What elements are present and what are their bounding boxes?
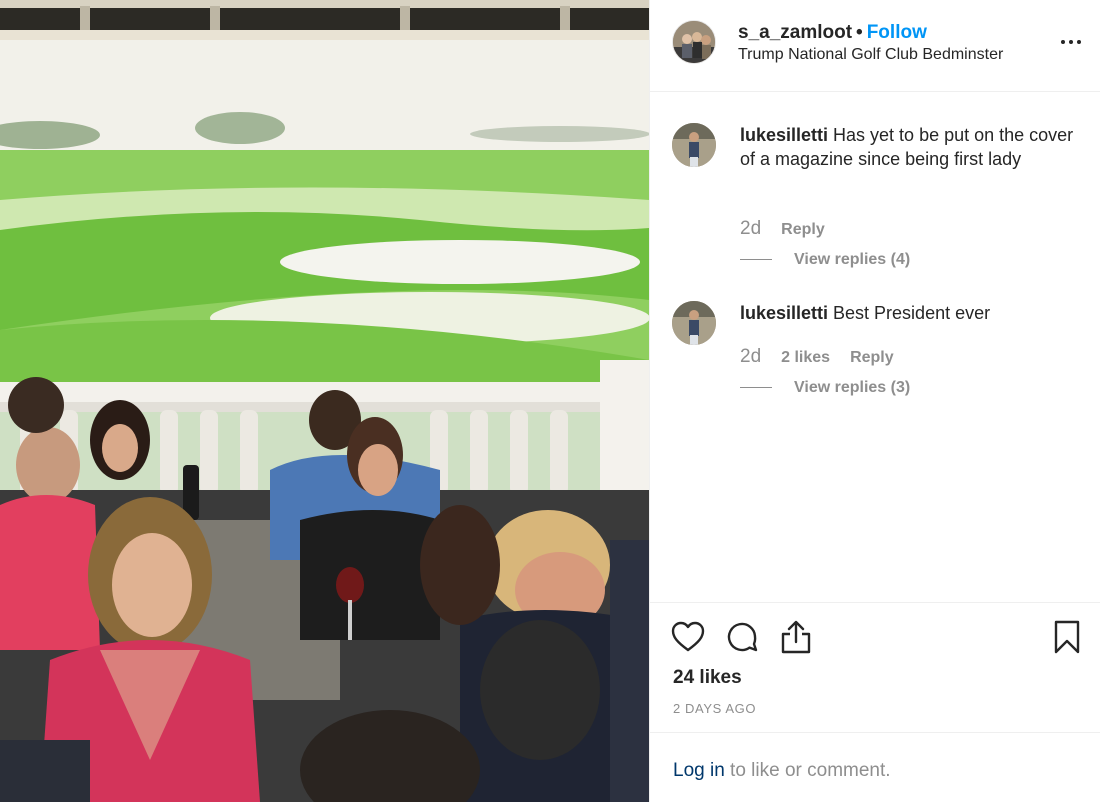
likes-count[interactable]: 24 likes (673, 667, 742, 689)
post-header: s_a_zamloot • Follow Trump National Golf C… (650, 0, 1100, 92)
comment-icon[interactable] (724, 619, 760, 655)
commenter-avatar[interactable] (672, 301, 716, 345)
post-photo[interactable] (0, 0, 649, 802)
comment-username[interactable]: lukesilletti (740, 303, 828, 323)
comment-username[interactable]: lukesilletti (740, 125, 828, 145)
comment-age: 2d (740, 218, 762, 239)
comment-text: lukesilletti Best President ever (740, 301, 1080, 325)
commenter-avatar[interactable] (672, 123, 716, 167)
view-replies-button[interactable]: View replies (4) (740, 251, 910, 269)
post-side-panel: s_a_zamloot • Follow Trump National Golf C… (649, 0, 1100, 802)
comment-text: lukesilletti Has yet to be put on the cov… (740, 123, 1080, 171)
bookmark-icon[interactable] (1049, 619, 1085, 655)
login-prompt: Log in to like or comment. (650, 732, 1100, 802)
reply-button[interactable]: Reply (781, 221, 825, 238)
comment-meta: 2d Reply (740, 218, 845, 240)
login-suffix: to like or comment. (724, 760, 891, 781)
view-replies-label: View replies (3) (794, 379, 911, 396)
view-replies-button[interactable]: View replies (3) (740, 379, 910, 397)
heart-icon[interactable] (670, 619, 706, 655)
separator-dot: • (856, 22, 863, 43)
reply-button[interactable]: Reply (850, 349, 894, 366)
replies-divider-line (740, 387, 772, 389)
login-prompt-text: Log in to like or comment. (673, 760, 891, 782)
more-options-icon[interactable] (1055, 30, 1087, 54)
author-avatar[interactable] (672, 20, 716, 64)
comment-likes[interactable]: 2 likes (781, 349, 830, 366)
view-replies-label: View replies (4) (794, 251, 911, 268)
post-location[interactable]: Trump National Golf Club Bedminster (738, 46, 1003, 64)
post-actions: 24 likes 2 DAYS AGO (650, 602, 1100, 732)
follow-button[interactable]: Follow (867, 22, 927, 43)
author-username[interactable]: s_a_zamloot (738, 22, 852, 43)
post-timestamp[interactable]: 2 DAYS AGO (673, 701, 756, 716)
author-line: s_a_zamloot • Follow (738, 22, 927, 44)
replies-divider-line (740, 259, 772, 261)
share-icon[interactable] (778, 619, 814, 655)
comment-meta: 2d 2 likes Reply (740, 346, 914, 368)
comment-age: 2d (740, 346, 762, 367)
login-link[interactable]: Log in (673, 760, 725, 781)
comments-list: lukesilletti Has yet to be put on the cov… (650, 92, 1100, 602)
comment-body: Best President ever (833, 303, 991, 323)
